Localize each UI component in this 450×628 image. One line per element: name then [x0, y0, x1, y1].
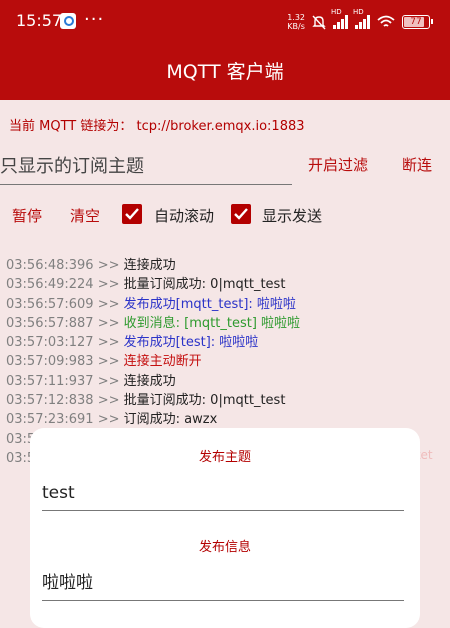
app-notification-icon [60, 13, 76, 29]
network-speed-value: 1.32 [287, 13, 305, 22]
log-entry: 03:56:57:609 >> 发布成功[mqtt_test]: 啦啦啦 [6, 295, 446, 314]
log-entry: 03:57:12:838 >> 批量订阅成功: 0|mqtt_test [6, 391, 446, 410]
battery-icon: 77 [402, 15, 433, 29]
log-separator: >> [97, 354, 120, 370]
log-message: 发布成功[mqtt_test]: 啦啦啦 [123, 296, 296, 312]
checkmark-icon [234, 208, 248, 220]
show-sent-checkbox[interactable] [231, 204, 251, 224]
status-icons: 1.32 KB/s HD HD 77 [287, 8, 433, 34]
topic-filter-input[interactable]: 只显示的订阅主题 [0, 150, 292, 185]
enable-filter-button[interactable]: 开启过滤 [308, 154, 368, 175]
log-message: 批量订阅成功: 0|mqtt_test [123, 393, 286, 409]
disconnect-button[interactable]: 断连 [402, 154, 432, 175]
log-timestamp: 03:57:09:983 [6, 354, 94, 370]
app-title: MQTT 客户端 [0, 44, 450, 100]
status-bar: 15:57 ··· 1.32 KB/s HD HD 77 [0, 0, 450, 44]
more-notifications-icon: ··· [84, 9, 105, 30]
publish-message-label: 发布信息 [198, 540, 251, 555]
publish-dialog: 发布主题 test 发布信息 啦啦啦 [30, 428, 420, 628]
log-entry: 03:56:49:224 >> 批量订阅成功: 0|mqtt_test [6, 275, 446, 294]
log-timestamp: 03:57:23:691 [6, 412, 94, 428]
wifi-icon [377, 15, 395, 29]
network-speed: 1.32 KB/s [287, 13, 305, 31]
log-entry: 03:57:09:983 >> 连接主动断开 [6, 352, 446, 371]
publish-message-input[interactable]: 啦啦啦 [42, 566, 404, 601]
log-timestamp: 03:57:12:838 [6, 393, 94, 409]
log-separator: >> [97, 335, 120, 351]
log-message: 收到消息: [mqtt_test] 啦啦啦 [123, 315, 301, 331]
log-separator: >> [97, 373, 120, 389]
auto-scroll-label[interactable]: 自动滚动 [154, 205, 214, 226]
log-timestamp: 03:56:57:887 [6, 315, 94, 331]
log-timestamp: 03:57:11:937 [6, 373, 94, 389]
log-timestamp: 03:56:57:609 [6, 296, 94, 312]
log-timestamp: 03:56:48:396 [6, 258, 94, 273]
publish-topic-label: 发布主题 [198, 450, 251, 465]
pause-button[interactable]: 暂停 [12, 205, 42, 226]
log-message: 连接成功 [123, 258, 176, 273]
mute-icon [312, 15, 326, 29]
log-separator: >> [97, 258, 120, 273]
log-message: 发布成功[test]: 啦啦啦 [123, 335, 259, 351]
battery-level: 77 [410, 17, 422, 27]
log-entry: 03:57:11:937 >> 连接成功 [6, 372, 446, 391]
log-message: 批量订阅成功: 0|mqtt_test [123, 277, 286, 293]
log-separator: >> [97, 393, 120, 409]
log-timestamp: 03:56:49:224 [6, 277, 94, 293]
log-message: 连接主动断开 [123, 354, 202, 370]
connection-info: 当前 MQTT 链接为： tcp://broker.emqx.io:1883 [9, 119, 305, 134]
log-separator: >> [97, 296, 120, 312]
network-speed-unit: KB/s [287, 22, 305, 31]
log-entry: 03:56:57:887 >> 收到消息: [mqtt_test] 啦啦啦 [6, 314, 446, 333]
checkmark-icon [125, 208, 139, 220]
signal-icon: HD [353, 8, 370, 29]
log-separator: >> [97, 315, 120, 331]
log-timestamp: 03:57:03:127 [6, 335, 94, 351]
auto-scroll-checkbox[interactable] [122, 204, 142, 224]
signal-icon: HD [331, 8, 348, 29]
show-sent-label[interactable]: 显示发送 [262, 205, 322, 226]
signal-hd-label: HD [353, 8, 364, 16]
log-entry: 03:57:23:691 >> 订阅成功: awzx [6, 410, 446, 429]
log-separator: >> [97, 412, 120, 428]
signal-hd-label: HD [331, 8, 342, 16]
log-separator: >> [97, 277, 120, 293]
clear-button[interactable]: 清空 [70, 205, 100, 226]
log-message: 订阅成功: awzx [123, 412, 218, 428]
status-time: 15:57 [16, 11, 63, 30]
log-message: 连接成功 [123, 373, 176, 389]
log-entry: 03:56:48:396 >> 连接成功 [6, 256, 446, 275]
log-entry: 03:57:03:127 >> 发布成功[test]: 啦啦啦 [6, 333, 446, 352]
publish-topic-input[interactable]: test [42, 476, 404, 511]
